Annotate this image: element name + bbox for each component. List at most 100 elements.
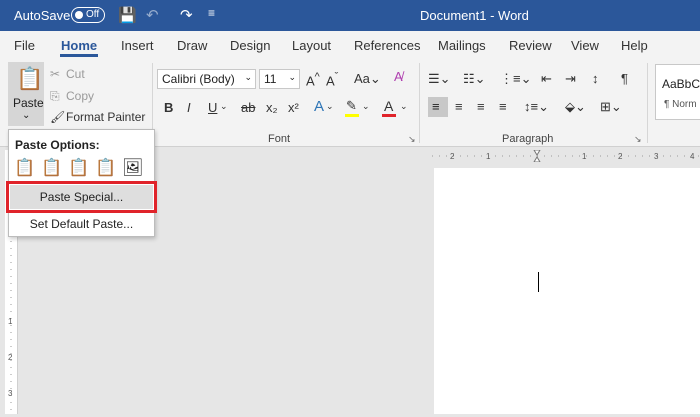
svg-text:4: 4 <box>690 152 695 161</box>
dialog-launcher-icon[interactable]: ↘ <box>634 134 642 145</box>
chevron-down-icon[interactable]: ⌄ <box>220 101 228 112</box>
paragraph-group-label: Paragraph <box>502 133 554 145</box>
line-spacing-icon[interactable]: ↕≡⌄ <box>524 99 549 115</box>
group-separator <box>647 63 648 143</box>
annotation-highlight-box <box>6 181 157 213</box>
copy-button[interactable]: Copy <box>66 89 94 103</box>
underline-button[interactable]: U <box>208 100 217 115</box>
pilcrow-icon[interactable]: ¶ <box>621 71 628 86</box>
bullets-icon[interactable]: ☰⌄ <box>428 71 451 87</box>
tab-view[interactable]: View <box>571 38 599 53</box>
svg-text:1: 1 <box>582 152 587 161</box>
tab-help[interactable]: Help <box>621 38 648 53</box>
chevron-down-icon[interactable]: ⌄ <box>326 101 334 112</box>
align-left-icon: ≡ <box>432 99 440 114</box>
active-tab-indicator <box>60 54 98 57</box>
chevron-down-icon[interactable]: ⌄ <box>400 101 408 112</box>
justify-icon[interactable]: ≡ <box>499 99 507 114</box>
font-group-label: Font <box>268 133 291 145</box>
copy-icon[interactable]: ⎘ <box>50 89 60 104</box>
increase-indent-icon[interactable]: ⇥ <box>565 71 576 87</box>
shrink-font-icon[interactable]: Aˇ <box>326 71 338 88</box>
chevron-down-icon: ⌄ <box>244 72 252 82</box>
tab-home[interactable]: Home <box>61 38 97 53</box>
set-default-paste-item[interactable]: Set Default Paste... <box>9 217 154 231</box>
grow-font-icon[interactable]: A^ <box>306 71 320 88</box>
borders-icon[interactable]: ⊞⌄ <box>600 99 622 115</box>
superscript-button[interactable]: x² <box>288 100 299 115</box>
style-preview: AaBbCc <box>662 77 700 91</box>
align-center-icon[interactable]: ≡ <box>455 99 463 114</box>
horizontal-ruler[interactable]: 2 1 1 2 3 4 <box>432 149 700 163</box>
chevron-down-icon: ⌄ <box>288 72 296 82</box>
cut-button[interactable]: Cut <box>66 67 85 81</box>
sort-icon[interactable]: ↕ <box>592 71 599 86</box>
merge-formatting-icon[interactable]: 📋 <box>41 158 62 178</box>
chevron-down-icon: ⌄ <box>22 110 31 121</box>
autosave-state: Off <box>86 9 100 20</box>
tab-draw[interactable]: Draw <box>177 38 207 53</box>
highlight-color-bar <box>345 114 359 117</box>
undo-icon[interactable]: ↶ <box>146 6 159 24</box>
bold-button[interactable]: B <box>164 100 173 115</box>
font-size-value: 11 <box>264 72 277 86</box>
style-name: ¶ Norm <box>664 99 697 110</box>
decrease-indent-icon[interactable]: ⇤ <box>541 71 552 87</box>
font-name-combo[interactable]: Calibri (Body) ⌄ <box>157 69 256 89</box>
save-icon[interactable]: 💾 <box>118 6 137 24</box>
change-case-icon[interactable]: Aa⌄ <box>354 71 381 87</box>
svg-text:3: 3 <box>8 389 13 398</box>
clear-formatting-icon[interactable]: A̸ <box>394 69 403 84</box>
subscript-button[interactable]: x₂ <box>266 100 278 115</box>
align-left-button[interactable]: ≡ <box>428 97 448 117</box>
paste-options-header: Paste Options: <box>15 138 100 152</box>
font-name-value: Calibri (Body) <box>162 72 235 86</box>
clipboard-icon: 📋 <box>16 66 44 91</box>
strikethrough-button[interactable]: ab <box>241 100 255 115</box>
styles-gallery-normal[interactable]: AaBbCc ¶ Norm <box>655 64 700 120</box>
svg-text:1: 1 <box>8 317 13 326</box>
customize-quick-access-icon[interactable]: ≡ <box>208 6 215 20</box>
tab-layout[interactable]: Layout <box>292 38 331 53</box>
chevron-down-icon[interactable]: ⌄ <box>362 101 370 112</box>
tab-file[interactable]: File <box>14 38 35 53</box>
tab-design[interactable]: Design <box>230 38 270 53</box>
toggle-knob <box>75 11 83 19</box>
font-color-bar <box>382 114 396 117</box>
paste-button[interactable]: 📋 Paste ⌄ <box>8 62 44 126</box>
autosave-label: AutoSave <box>14 8 71 23</box>
keep-text-only-icon[interactable]: 📋 <box>95 158 116 178</box>
tab-insert[interactable]: Insert <box>121 38 154 53</box>
text-effects-icon[interactable]: A <box>314 98 324 115</box>
shading-icon[interactable]: ⬙⌄ <box>565 99 586 115</box>
numbering-icon[interactable]: ☷⌄ <box>463 71 486 87</box>
ribbon-tabs: File Home Insert Draw Design Layout Refe… <box>0 31 700 59</box>
svg-text:2: 2 <box>450 152 455 161</box>
font-size-combo[interactable]: 11 ⌄ <box>259 69 300 89</box>
dialog-launcher-icon[interactable]: ↘ <box>408 134 416 145</box>
title-bar: AutoSave Off 💾 ↶ ↷ ≡ Document1 - Word <box>0 0 700 31</box>
keep-source-formatting-icon[interactable]: 📋 <box>14 158 35 178</box>
multilevel-list-icon[interactable]: ⋮≡⌄ <box>500 71 531 87</box>
italic-button[interactable]: I <box>187 100 191 115</box>
highlight-icon[interactable]: ✎ <box>346 98 357 114</box>
picture-paste-icon[interactable]: 📋 <box>68 158 89 178</box>
svg-text:3: 3 <box>654 152 659 161</box>
group-separator <box>419 63 420 143</box>
redo-icon[interactable]: ↷ <box>180 6 193 24</box>
align-right-icon[interactable]: ≡ <box>477 99 485 114</box>
document-page[interactable] <box>434 168 700 414</box>
tab-review[interactable]: Review <box>509 38 552 53</box>
document-title: Document1 - Word <box>420 8 529 23</box>
svg-text:2: 2 <box>618 152 623 161</box>
svg-text:2: 2 <box>8 353 13 362</box>
paste-image-icon[interactable]: 🖼 <box>122 158 144 178</box>
format-painter-icon[interactable]: 🖌 <box>50 110 65 124</box>
font-color-icon[interactable]: A <box>384 98 393 114</box>
tab-references[interactable]: References <box>354 38 420 53</box>
scissors-icon[interactable]: ✂ <box>50 67 60 81</box>
format-painter-button[interactable]: Format Painter <box>66 110 145 124</box>
tab-mailings[interactable]: Mailings <box>438 38 486 53</box>
autosave-toggle[interactable]: Off <box>71 7 105 23</box>
svg-text:1: 1 <box>486 152 491 161</box>
